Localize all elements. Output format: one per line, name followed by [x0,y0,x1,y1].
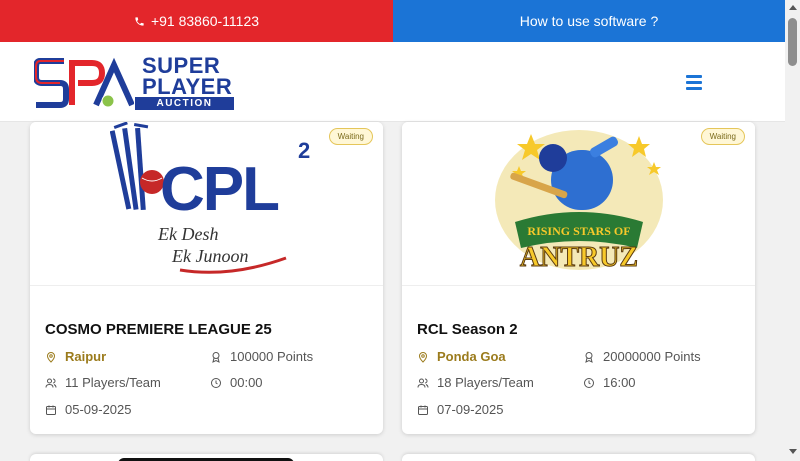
players-row: 11 Players/Team [45,375,161,390]
cpl-logo-icon: CPL 25 Ek Desh Ek Junoon [110,122,310,274]
date-text: 07-09-2025 [437,402,504,417]
players-text: 11 Players/Team [65,375,161,390]
auction-card[interactable] [30,454,383,461]
points-row: 100000 Points [210,349,313,364]
time-row: 16:00 [583,375,636,390]
calendar-icon [46,405,56,415]
location-text: Raipur [65,349,107,364]
points-row: 20000000 Points [583,349,701,364]
how-to-use-link[interactable]: How to use software ? [393,0,785,42]
auction-card[interactable]: CPL 25 Ek Desh Ek Junoon Waiting COSMO P… [30,122,383,434]
phone-icon [135,16,144,26]
spa-logo-mark-icon [34,57,134,108]
auction-card[interactable] [402,454,755,461]
cpl-tagline-2: Ek Junoon [171,246,248,266]
site-logo[interactable]: SUPER PLAYER AUCTION [34,55,234,110]
scroll-thumb[interactable] [788,18,797,66]
calendar-icon [418,405,428,415]
logo-line-2: PLAYER [142,74,233,99]
auction-card-image: RISING STARS OF ANTRUZ Waiting [402,122,755,286]
logo-line-3: AUCTION [135,97,234,110]
phone-number: +91 83860-11123 [150,13,260,29]
status-badge: Waiting [700,128,745,145]
clock-icon [584,377,594,388]
auction-title: COSMO PREMIERE LEAGUE 25 [45,321,272,338]
clock-icon [211,377,221,388]
scrollbar[interactable] [785,0,800,461]
rising-stars-logo-icon: RISING STARS OF ANTRUZ [495,130,663,274]
cpl-logo-text: CPL [160,155,278,224]
time-text: 00:00 [230,375,263,390]
site-header: SUPER PLAYER AUCTION [0,42,785,122]
time-text: 16:00 [603,375,636,390]
date-row: 07-09-2025 [417,402,504,417]
cpl-logo-sup: 25 [298,138,310,163]
phone-link[interactable]: +91 83860-11123 [0,0,393,42]
award-icon [585,351,593,363]
location-row: Raipur [45,349,106,364]
time-row: 00:00 [210,375,263,390]
status-badge: Waiting [328,128,373,145]
scroll-down-arrow-icon[interactable] [789,449,797,454]
auction-card-image: CPL 25 Ek Desh Ek Junoon Waiting [30,122,383,286]
location-text: Ponda Goa [437,349,506,364]
location-pin-icon [46,351,56,363]
scroll-up-arrow-icon[interactable] [789,5,797,10]
menu-toggle-icon[interactable] [686,75,702,91]
auction-card[interactable]: RISING STARS OF ANTRUZ Waiting RCL Seaso… [402,122,755,434]
users-icon [45,378,57,388]
award-icon [212,351,220,363]
cpl-tagline-1: Ek Desh [157,224,218,244]
rising-stars-logo-text: RISING STARS OF [527,224,630,238]
points-text: 20000000 Points [603,349,701,364]
points-text: 100000 Points [230,349,314,364]
date-row: 05-09-2025 [45,402,132,417]
users-icon [417,378,429,388]
location-row: Ponda Goa [417,349,506,364]
date-text: 05-09-2025 [65,402,132,417]
rising-stars-logo-sub: ANTRUZ [520,242,638,273]
players-text: 18 Players/Team [437,375,534,390]
location-pin-icon [418,351,428,363]
players-row: 18 Players/Team [417,375,534,390]
top-bar: +91 83860-11123 How to use software ? [0,0,785,42]
auction-title: RCL Season 2 [417,321,518,338]
